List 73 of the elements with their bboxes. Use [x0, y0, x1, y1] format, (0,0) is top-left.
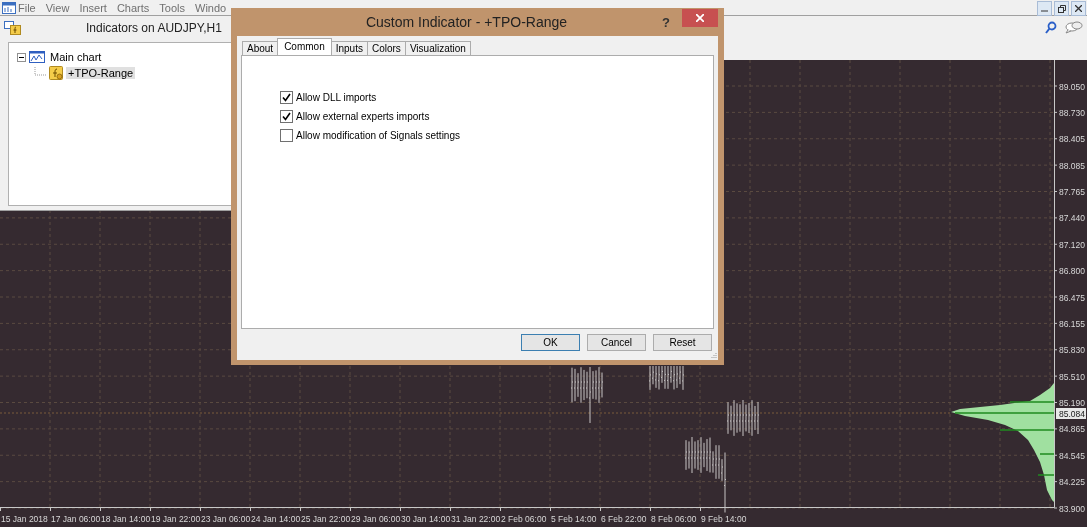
time-label: 30 Jan 14:00 [401, 514, 451, 524]
time-label: 17 Jan 06:00 [51, 514, 101, 524]
tab[interactable]: Inputs [330, 41, 368, 55]
price-label: 86.800 [1059, 266, 1085, 277]
time-label: 19 Jan 22:00 [151, 514, 201, 524]
time-label: 29 Jan 06:00 [351, 514, 401, 524]
price-label: 85.830 [1059, 345, 1085, 356]
time-label: 9 Feb 14:00 [701, 514, 747, 524]
tree-item[interactable]: +TPO-Range [66, 67, 136, 79]
dialog-button[interactable]: OK [521, 334, 580, 351]
close-icon [696, 14, 704, 22]
price-label: 86.475 [1059, 292, 1085, 303]
menu-item[interactable]: Tools [159, 0, 185, 15]
price-label: 85.190 [1059, 398, 1085, 408]
time-label: 23 Jan 06:00 [201, 514, 251, 524]
price-label: 88.085 [1059, 160, 1085, 171]
time-label: 6 Feb 22:00 [601, 514, 647, 524]
price-label: 87.120 [1059, 239, 1085, 250]
checkbox[interactable] [280, 90, 293, 104]
tab[interactable]: Colors [366, 41, 406, 55]
checkbox-label[interactable]: Allow external experts imports [296, 110, 430, 122]
time-label: 24 Jan 14:00 [251, 514, 301, 524]
time-label: 5 Feb 14:00 [551, 514, 597, 524]
dialog-button[interactable]: Reset [653, 334, 712, 351]
menu-item[interactable]: File [18, 0, 36, 15]
close-button[interactable] [1071, 1, 1086, 16]
price-label: 84.225 [1059, 477, 1085, 488]
menu-item[interactable]: View [45, 0, 70, 15]
tree-line-icon [34, 67, 46, 79]
tree-item[interactable]: Main chart [48, 51, 104, 63]
price-label: 85.510 [1059, 371, 1085, 382]
restore-button[interactable] [1054, 1, 1069, 16]
close-button[interactable] [682, 9, 718, 27]
function-icon [49, 66, 63, 80]
close-icon [1075, 5, 1082, 12]
time-label: 31 Jan 22:00 [451, 514, 501, 524]
tab[interactable]: Common [277, 38, 332, 55]
panel-title: Indicators on AUDJPY,H1 [86, 21, 222, 35]
menu-item[interactable]: Insert [79, 0, 107, 15]
checkbox[interactable] [280, 109, 293, 123]
time-label: 18 Jan 14:00 [101, 514, 151, 524]
resize-grip-icon[interactable] [710, 352, 717, 359]
menu-item[interactable]: Windo [195, 0, 227, 15]
collapse-icon[interactable] [17, 52, 26, 62]
help-button[interactable]: ? [656, 14, 676, 30]
menu-item[interactable]: Charts [116, 0, 150, 15]
price-label: 83.900 [1059, 503, 1085, 514]
search-icon[interactable] [1045, 21, 1057, 34]
checkbox-label[interactable]: Allow DLL imports [296, 91, 377, 103]
time-label: 8 Feb 06:00 [651, 514, 697, 524]
chat-icon[interactable] [1065, 21, 1083, 34]
current-price-tag: 85.084 [1056, 408, 1086, 419]
checkbox-label[interactable]: Allow modification of Signals settings [296, 129, 460, 141]
time-label: 15 Jan 2018 [1, 514, 48, 524]
tab[interactable]: About [242, 41, 279, 55]
price-label: 89.050 [1059, 81, 1085, 92]
tab[interactable]: Visualization [404, 41, 471, 55]
dialog-button[interactable]: Cancel [587, 334, 646, 351]
indicators-icon [4, 21, 22, 35]
price-label: 88.405 [1059, 134, 1085, 145]
checkbox[interactable] [280, 128, 293, 142]
price-label: 86.155 [1059, 318, 1085, 329]
price-label: 84.865 [1059, 424, 1085, 435]
price-label: 84.545 [1059, 450, 1085, 461]
price-label: 87.765 [1059, 187, 1085, 197]
chart-icon [29, 51, 45, 63]
dialog-title: Custom Indicator - +TPO-Range [364, 14, 569, 30]
price-label: 87.440 [1059, 213, 1085, 224]
app-icon[interactable] [2, 1, 16, 14]
time-label: 2 Feb 06:00 [501, 514, 547, 524]
time-label: 25 Jan 22:00 [301, 514, 351, 524]
restore-icon [1057, 4, 1066, 13]
price-label: 88.730 [1059, 107, 1085, 118]
